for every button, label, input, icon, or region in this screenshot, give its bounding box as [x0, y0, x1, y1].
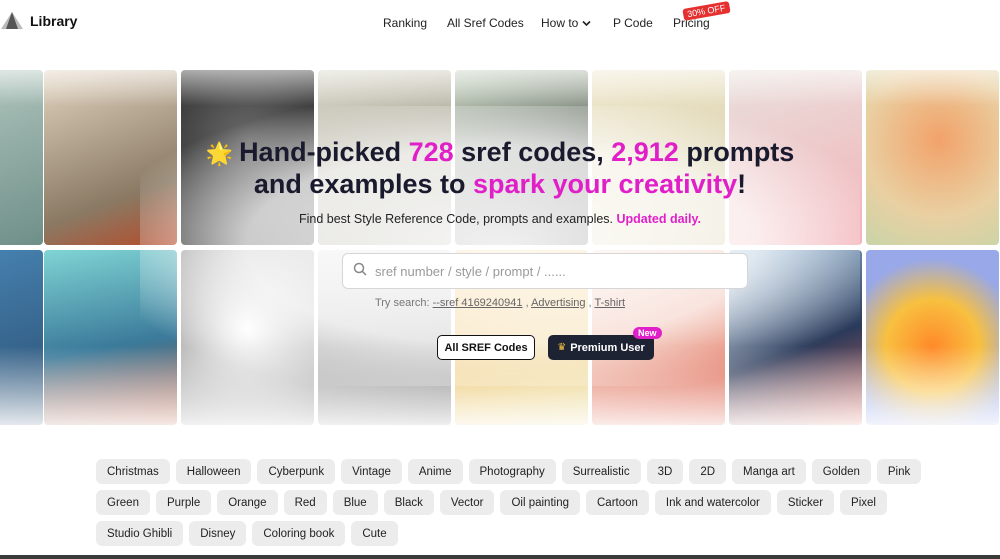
- tag-chip[interactable]: Purple: [155, 490, 212, 515]
- all-sref-codes-button[interactable]: All SREF Codes: [437, 335, 535, 360]
- tag-chip[interactable]: Studio Ghibli: [96, 521, 184, 546]
- search-input[interactable]: [375, 263, 735, 279]
- star-emoji-icon: 🌟: [205, 141, 234, 166]
- tag-chip[interactable]: Cyberpunk: [257, 459, 336, 484]
- hero-section: [0, 46, 1000, 446]
- tag-chip[interactable]: Ink and watercolor: [654, 490, 771, 515]
- crown-icon: ♛: [557, 342, 567, 353]
- tag-chip[interactable]: Golden: [811, 459, 871, 484]
- tag-chip[interactable]: Halloween: [175, 459, 252, 484]
- tag-chip[interactable]: Vintage: [341, 459, 402, 484]
- main-nav: Ranking All Sref Codes How to P Code Pri…: [0, 16, 1000, 32]
- tag-chip[interactable]: Black: [383, 490, 434, 515]
- tag-list: Christmas Halloween Cyberpunk Vintage Anime P…: [96, 459, 976, 546]
- search-box[interactable]: [342, 253, 748, 289]
- tag-chip[interactable]: Pixel: [840, 490, 887, 515]
- nav-p-code[interactable]: P Code: [613, 16, 653, 30]
- try-link-advertising[interactable]: Advertising: [531, 297, 585, 309]
- try-search: Try search: --sref 4169240941 , Advertis…: [374, 297, 626, 309]
- tag-chip[interactable]: Coloring book: [252, 521, 346, 546]
- search-icon: [353, 262, 367, 281]
- tag-chip[interactable]: Oil painting: [500, 490, 580, 515]
- headline-highlight: spark your creativity: [472, 169, 738, 199]
- hero-headline: 🌟 Hand-picked 728 sref codes, 2,912 promp…: [205, 137, 795, 199]
- tag-chip[interactable]: Cartoon: [586, 490, 649, 515]
- tag-chip[interactable]: Photography: [468, 459, 556, 484]
- new-badge: New: [633, 327, 662, 339]
- top-header: Library Ranking All Sref Codes How to P …: [0, 0, 1000, 46]
- try-link-tshirt[interactable]: T-shirt: [594, 297, 625, 309]
- nav-ranking[interactable]: Ranking: [383, 16, 427, 30]
- nav-how-to[interactable]: How to: [541, 16, 591, 30]
- tag-chip[interactable]: Christmas: [96, 459, 170, 484]
- tag-chip[interactable]: Green: [96, 490, 150, 515]
- tag-chip[interactable]: Manga art: [732, 459, 806, 484]
- tag-chip[interactable]: Vector: [439, 490, 495, 515]
- bottom-edge: [0, 555, 1000, 559]
- tag-chip[interactable]: 3D: [646, 459, 684, 484]
- tag-chip[interactable]: 2D: [689, 459, 727, 484]
- tag-chip[interactable]: Blue: [332, 490, 378, 515]
- tag-chip[interactable]: Anime: [407, 459, 463, 484]
- hero-subline: Find best Style Reference Code, prompts …: [298, 212, 702, 226]
- chevron-down-icon: [582, 19, 591, 30]
- nav-how-to-label: How to: [541, 16, 579, 30]
- updated-daily: Updated daily.: [616, 212, 702, 226]
- try-link-sref[interactable]: --sref 4169240941: [433, 297, 523, 309]
- sref-count: 728: [408, 137, 454, 167]
- nav-all-sref-codes[interactable]: All Sref Codes: [447, 16, 524, 30]
- premium-label: Premium User: [570, 341, 645, 354]
- prompt-count: 2,912: [611, 137, 679, 167]
- tag-chip[interactable]: Disney: [189, 521, 247, 546]
- tag-chip[interactable]: Red: [283, 490, 327, 515]
- tag-chip[interactable]: Surrealistic: [561, 459, 641, 484]
- tag-chip[interactable]: Pink: [876, 459, 922, 484]
- tag-chip[interactable]: Orange: [217, 490, 278, 515]
- tag-chip[interactable]: Cute: [351, 521, 398, 546]
- tag-chip[interactable]: Sticker: [776, 490, 835, 515]
